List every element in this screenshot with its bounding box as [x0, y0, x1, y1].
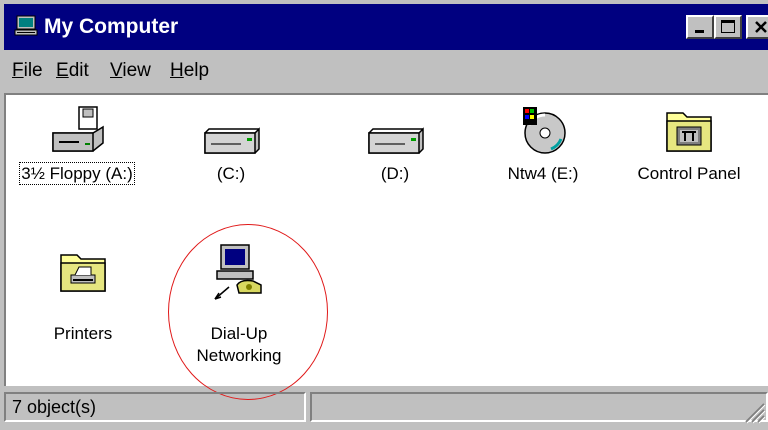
cd-rom-label: Ntw4 (E:)	[468, 163, 618, 185]
printers-label: Printers	[8, 323, 158, 345]
floppy-drive-label: 3½ Floppy (A:)	[21, 164, 133, 183]
minimize-icon	[693, 20, 707, 34]
hard-drive-d-icon	[365, 125, 425, 162]
content-area: 3½ Floppy (A:) (C:) (D:) Ntw4 (E:) Contr…	[4, 93, 768, 386]
window-title: My Computer	[44, 14, 178, 40]
printers-folder-icon	[55, 245, 111, 302]
menu-view[interactable]: View	[110, 60, 151, 82]
my-computer-icon[interactable]	[14, 15, 40, 39]
c-drive-label: (C:)	[156, 163, 306, 185]
menu-edit[interactable]: Edit	[56, 60, 89, 82]
menu-edit-label: dit	[69, 60, 89, 81]
close-button[interactable]	[746, 15, 768, 39]
d-drive-label: (D:)	[320, 163, 470, 185]
menu-view-accelerator: V	[110, 60, 122, 81]
menu-file[interactable]: File	[12, 60, 43, 82]
cd-rom-icon	[515, 105, 571, 162]
menu-help-accelerator: H	[170, 60, 184, 81]
control-panel-folder-icon	[661, 105, 717, 162]
status-object-count: 7 object(s)	[4, 392, 306, 422]
resize-grip-icon[interactable]	[740, 398, 766, 424]
title-bar[interactable]: My Computer	[4, 4, 768, 50]
menu-edit-accelerator: E	[56, 60, 69, 81]
control-panel-label: Control Panel	[614, 163, 764, 185]
maximize-button[interactable]	[714, 15, 742, 39]
minimize-button[interactable]	[686, 15, 714, 39]
menu-view-label: iew	[122, 60, 151, 81]
menu-file-label: ile	[24, 60, 43, 81]
menu-help[interactable]: Help	[170, 60, 209, 82]
maximize-icon	[720, 19, 736, 35]
menu-bar: File Edit View Help	[4, 52, 768, 90]
floppy-drive-icon	[47, 105, 107, 162]
hard-drive-c-icon	[201, 125, 261, 162]
status-panel-right	[310, 392, 768, 422]
menu-file-accelerator: F	[12, 60, 24, 81]
highlight-circle	[168, 224, 328, 400]
status-bar: 7 object(s)	[4, 390, 768, 426]
my-computer-window: My Computer File Edit View Help 3½ Flopp…	[0, 0, 768, 430]
menu-help-label: elp	[184, 60, 209, 81]
close-icon	[753, 19, 768, 35]
